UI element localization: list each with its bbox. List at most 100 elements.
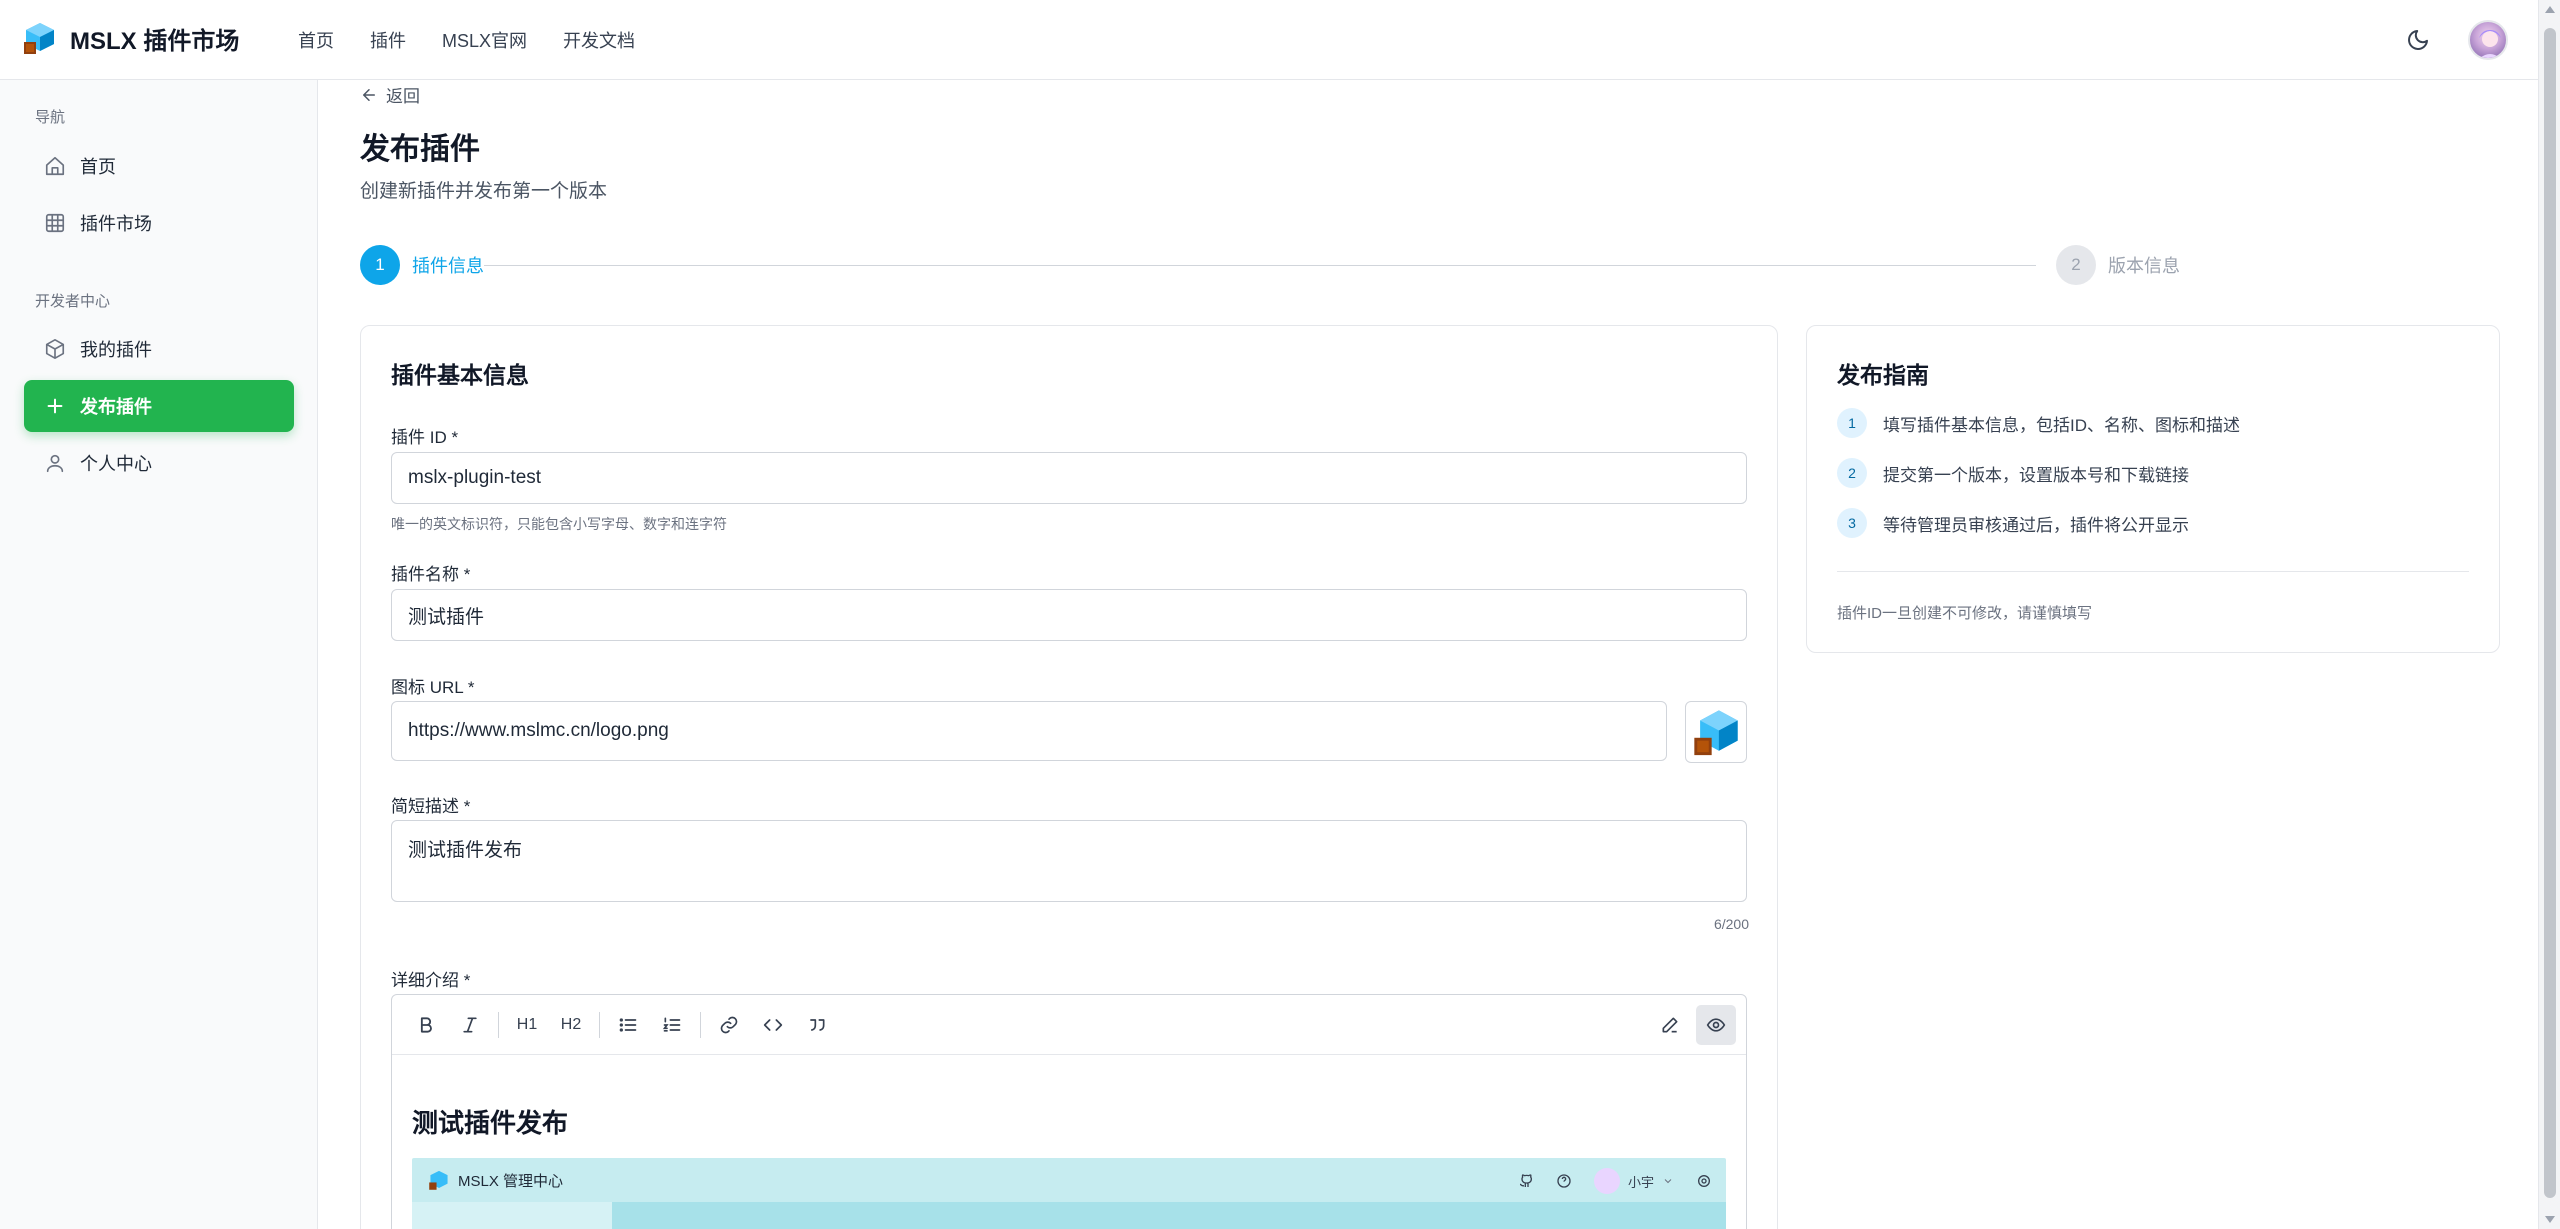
sidebar-item-home[interactable]: 首页 (24, 140, 294, 192)
toolbar-divider (700, 1011, 701, 1038)
main-content: 返回 发布插件 创建新插件并发布第一个版本 1 插件信息 2 版本信息 插件基本… (318, 80, 2538, 1229)
bold-button[interactable] (406, 1005, 446, 1045)
screenshot-avatar (1593, 1168, 1620, 1194)
sidebar-item-label: 首页 (80, 157, 116, 177)
sidebar-item-label: 个人中心 (80, 454, 152, 474)
bullet-list-icon (619, 1017, 637, 1032)
guide-text: 填写插件基本信息，包括ID、名称、图标和描述 (1883, 415, 2240, 435)
toolbar-right (1650, 1005, 1736, 1045)
sidebar-item-publish[interactable]: 发布插件 (24, 380, 294, 432)
icon-url-input[interactable]: https://www.mslmc.cn/logo.png (391, 701, 1667, 761)
italic-icon (463, 1017, 477, 1032)
bullet-list-button[interactable] (608, 1005, 648, 1045)
edit-mode-button[interactable] (1650, 1005, 1690, 1045)
step-plugin-info[interactable]: 1 插件信息 (360, 245, 484, 285)
guide-number: 1 (1837, 408, 1867, 438)
user-avatar[interactable] (2468, 20, 2508, 60)
plugin-name-input[interactable]: 测试插件 (391, 589, 1747, 641)
nav-plugins[interactable]: 插件 (370, 27, 406, 53)
toolbar-divider (599, 1011, 600, 1038)
home-icon (45, 156, 65, 176)
stepper: 1 插件信息 2 版本信息 (360, 245, 2180, 285)
sidebar-item-profile[interactable]: 个人中心 (24, 437, 294, 489)
guide-divider (1837, 571, 2469, 572)
plugin-name-label: 插件名称 * (391, 565, 471, 584)
code-button[interactable] (753, 1005, 793, 1045)
sidebar-item-my-plugins[interactable]: 我的插件 (24, 323, 294, 375)
toolbar-divider (498, 1011, 499, 1038)
plugin-id-input[interactable]: mslx-plugin-test (391, 452, 1747, 504)
github-icon (1519, 1174, 1532, 1187)
guide-item: 1 填写插件基本信息，包括ID、名称、图标和描述 (1837, 408, 2240, 438)
scroll-down-arrow-icon[interactable] (2545, 1216, 2555, 1223)
page-scrollbar[interactable] (2538, 0, 2560, 1229)
publish-guide-card: 发布指南 1 填写插件基本信息，包括ID、名称、图标和描述 2 提交第一个版本，… (1806, 325, 2500, 653)
stepper-line (460, 265, 2070, 266)
box-icon (45, 339, 65, 359)
heading1-button[interactable]: H1 (507, 1005, 547, 1045)
step-number: 1 (360, 245, 400, 285)
nav-home[interactable]: 首页 (298, 27, 334, 53)
step-number: 2 (2056, 245, 2096, 285)
brand-name: MSLX 插件市场 (70, 27, 240, 55)
page-title: 发布插件 (360, 133, 480, 166)
short-desc-label: 简短描述 * (391, 797, 471, 816)
sidebar-section-dev: 开发者中心 (35, 293, 111, 310)
sidebar-item-label: 发布插件 (80, 397, 152, 417)
preview-icon (1706, 1018, 1726, 1032)
moon-icon (2408, 30, 2428, 50)
header-actions (2398, 20, 2508, 60)
screenshot-user: 小宇 (1593, 1168, 1674, 1194)
step-label: 插件信息 (412, 256, 484, 276)
bold-icon (420, 1016, 432, 1033)
heading2-button[interactable]: H2 (551, 1005, 591, 1045)
screenshot-actions: 小宇 (1518, 1168, 1712, 1194)
detail-label: 详细介绍 * (391, 971, 471, 990)
icon-url-label: 图标 URL * (391, 678, 475, 697)
markdown-editor: H1 H2 测试插件发布 MSLX 管理中心 小宇 (391, 994, 1747, 1229)
back-label: 返回 (386, 87, 420, 106)
top-nav: 首页 插件 MSLX官网 开发文档 (298, 27, 635, 53)
chevron-down-icon (1664, 1179, 1672, 1184)
screenshot-title: MSLX 管理中心 (458, 1172, 564, 1190)
plus-icon (47, 398, 63, 414)
guide-number: 2 (1837, 458, 1867, 488)
italic-button[interactable] (450, 1005, 490, 1045)
guide-number: 3 (1837, 508, 1867, 538)
plugin-id-label: 插件 ID * (391, 428, 459, 447)
plugin-logo-icon (1694, 710, 1738, 756)
settings-icon (1698, 1175, 1710, 1187)
heading1-icon: H1 (516, 1015, 538, 1033)
editor-toolbar: H1 H2 (392, 995, 1746, 1055)
guide-item: 3 等待管理员审核通过后，插件将公开显示 (1837, 508, 2189, 538)
nav-dev-docs[interactable]: 开发文档 (563, 27, 635, 53)
sidebar-item-market[interactable]: 插件市场 (24, 197, 294, 249)
step-version-info[interactable]: 2 版本信息 (2036, 245, 2180, 285)
quote-icon (810, 1018, 825, 1031)
guide-item: 2 提交第一个版本，设置版本号和下载链接 (1837, 458, 2189, 488)
back-link[interactable]: 返回 (360, 82, 420, 107)
theme-toggle-button[interactable] (2398, 20, 2438, 60)
quote-button[interactable] (797, 1005, 837, 1045)
link-icon (720, 1016, 738, 1033)
short-desc-count: 6/200 (1713, 916, 1749, 932)
screenshot-sidebar (412, 1202, 612, 1229)
scroll-up-arrow-icon[interactable] (2545, 6, 2555, 13)
ordered-list-button[interactable] (652, 1005, 692, 1045)
link-button[interactable] (709, 1005, 749, 1045)
ordered-list-icon (662, 1017, 681, 1032)
nav-mslx-site[interactable]: MSLX官网 (442, 27, 527, 53)
preview-heading: 测试插件发布 (412, 1108, 569, 1138)
sidebar-item-label: 插件市场 (80, 214, 152, 234)
user-icon (46, 454, 64, 473)
brand[interactable]: MSLX 插件市场 (22, 20, 239, 56)
short-desc-textarea[interactable]: 测试插件发布 (391, 820, 1747, 902)
grid-icon (45, 213, 65, 233)
preview-mode-button[interactable] (1696, 1005, 1736, 1045)
brand-logo-icon (22, 20, 58, 56)
plugin-id-hint: 唯一的英文标识符，只能包含小写字母、数字和连字符 (391, 516, 727, 532)
help-icon (1557, 1174, 1571, 1188)
scroll-thumb[interactable] (2544, 28, 2556, 1198)
sidebar-item-label: 我的插件 (80, 340, 152, 360)
sidebar: 导航 首页 插件市场 开发者中心 我的插件 发布插件 个人中心 (0, 80, 318, 1229)
